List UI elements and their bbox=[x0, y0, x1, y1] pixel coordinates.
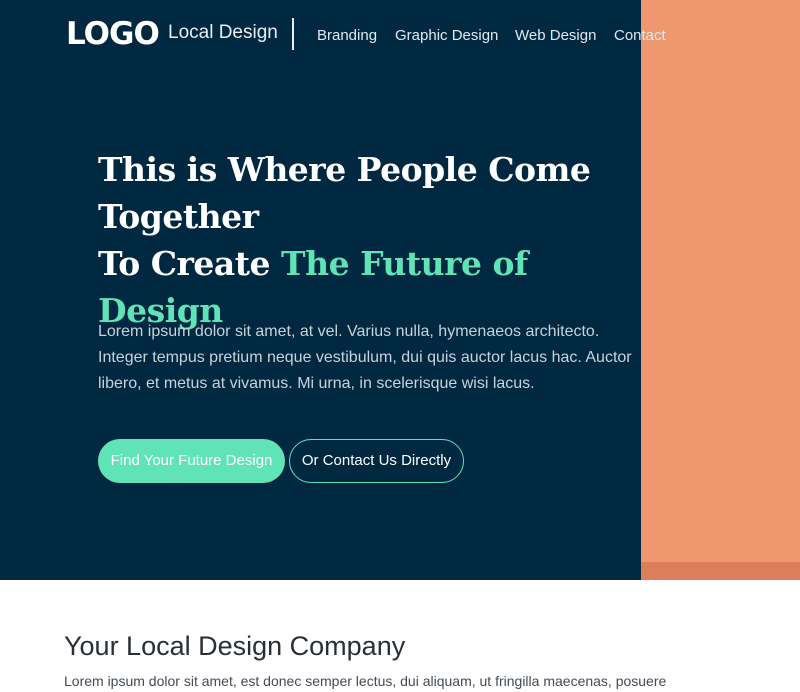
nav-divider bbox=[292, 18, 294, 50]
nav-link-web-design[interactable]: Web Design bbox=[515, 25, 596, 47]
contact-us-button[interactable]: Or Contact Us Directly bbox=[289, 439, 464, 483]
brand-name: Local Design bbox=[168, 22, 278, 43]
accent-panel-shadow bbox=[641, 562, 800, 580]
accent-panel bbox=[641, 0, 800, 562]
hero-description: Lorem ipsum dolor sit amet, at vel. Vari… bbox=[98, 323, 632, 392]
headline-line-1: This is Where People Come Together bbox=[98, 150, 591, 236]
hero-headline: This is Where People Come Together To Cre… bbox=[98, 146, 658, 334]
find-future-design-button[interactable]: Find Your Future Design bbox=[98, 439, 285, 483]
logo[interactable]: LOGO bbox=[66, 14, 160, 54]
headline-line-2-prefix: To Create bbox=[98, 244, 282, 283]
nav-link-branding[interactable]: Branding bbox=[317, 25, 377, 47]
nav-link-graphic-design[interactable]: Graphic Design bbox=[395, 25, 498, 47]
section-title: Your Local Design Company bbox=[64, 631, 406, 661]
nav-link-contact[interactable]: Contact bbox=[614, 25, 666, 47]
section-text: Lorem ipsum dolor sit amet, est donec se… bbox=[64, 673, 667, 689]
